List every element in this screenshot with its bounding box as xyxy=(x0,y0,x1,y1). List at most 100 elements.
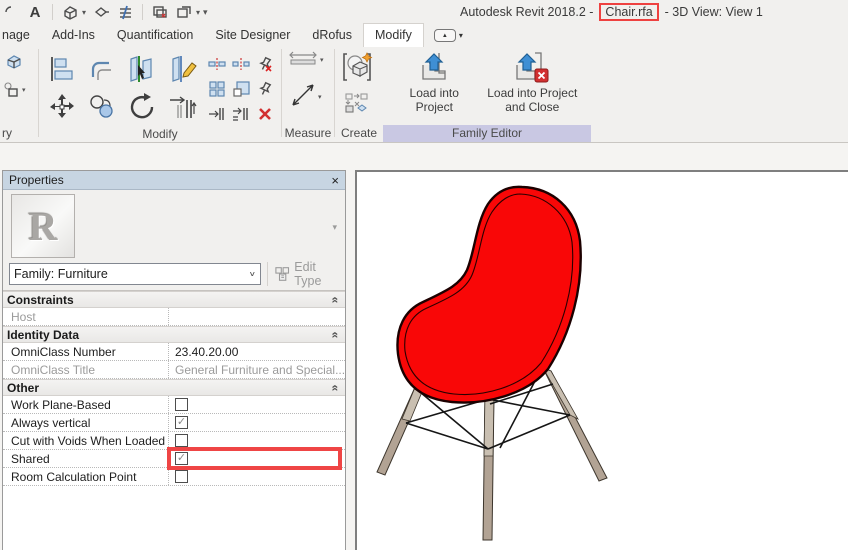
panel-measure-label[interactable]: Measure xyxy=(282,125,334,142)
title-prefix: Autodesk Revit 2018.2 - xyxy=(460,5,593,19)
workspace: Properties × R ▾ Family: Furniture ∨ Edi… xyxy=(0,144,848,550)
panel-geometry-label: ry xyxy=(0,125,38,142)
properties-title: Properties xyxy=(9,173,64,187)
work-plane-based-checkbox[interactable] xyxy=(175,398,188,411)
create-group-icon[interactable] xyxy=(341,51,373,86)
revit-logo: R xyxy=(29,203,58,250)
group-header-constraints[interactable]: Constraints « xyxy=(3,291,345,308)
edit-type-button[interactable]: Edit Type xyxy=(267,262,341,286)
group-identity-label: Identity Data xyxy=(7,328,79,342)
scale-icon[interactable] xyxy=(230,79,252,98)
offset-icon[interactable] xyxy=(83,50,121,88)
tab-drofus[interactable]: dRofus xyxy=(301,24,363,47)
group-header-identity-data[interactable]: Identity Data « xyxy=(3,326,345,343)
type-selector-dropdown-icon[interactable]: ▾ xyxy=(332,222,337,233)
property-row-room-calculation-point: Room Calculation Point xyxy=(3,468,345,486)
split-element-icon[interactable] xyxy=(206,54,228,73)
panel-create: Create xyxy=(335,47,383,142)
window-title: Autodesk Revit 2018.2 - Chair.rfa - 3D V… xyxy=(460,0,763,24)
delete-icon[interactable] xyxy=(254,104,276,123)
unpin-icon[interactable] xyxy=(254,54,276,73)
trim-corner-icon[interactable] xyxy=(123,50,161,88)
tab-site-designer[interactable]: Site Designer xyxy=(204,24,301,47)
ribbon-state-dropdown-icon[interactable]: ▾ xyxy=(459,31,463,40)
shared-checkbox[interactable]: ✓ xyxy=(175,452,188,465)
omniclass-number-label: OmniClass Number xyxy=(3,343,169,360)
tab-quantification[interactable]: Quantification xyxy=(106,24,204,47)
collapse-chevron-icon[interactable]: « xyxy=(329,296,343,303)
panel-modify-label[interactable]: Modify xyxy=(39,126,281,142)
cut-geometry-icon[interactable]: ▾ xyxy=(4,82,26,98)
create-similar-icon[interactable] xyxy=(344,92,370,117)
tab-add-ins[interactable]: Add-Ins xyxy=(41,24,106,47)
property-row-omniclass-number: OmniClass Number 23.40.20.00 xyxy=(3,343,345,361)
edit-type-icon xyxy=(275,266,290,282)
default-3d-view-icon[interactable] xyxy=(61,3,79,21)
tab-modify[interactable]: Modify xyxy=(363,23,424,47)
align-icon[interactable] xyxy=(43,50,81,88)
load-into-project-and-close-label[interactable]: Load into Project and Close xyxy=(484,86,582,114)
copy-icon[interactable] xyxy=(83,88,121,126)
default-3d-view-dropdown-icon[interactable]: ▾ xyxy=(82,8,86,17)
property-row-work-plane-based: Work Plane-Based xyxy=(3,396,345,414)
panel-family-editor-label[interactable]: Family Editor xyxy=(383,125,591,142)
close-icon[interactable]: × xyxy=(331,174,339,187)
panel-create-label[interactable]: Create xyxy=(335,125,383,142)
partial-sync-icon[interactable] xyxy=(2,3,20,21)
qat-customize-icon[interactable]: ▾ xyxy=(203,7,208,18)
chair-seat-shell xyxy=(397,187,580,403)
pin-icon[interactable] xyxy=(254,79,276,98)
always-vertical-checkbox[interactable]: ✓ xyxy=(175,416,188,429)
move-icon[interactable] xyxy=(43,88,81,126)
load-into-project-and-close-button[interactable]: Load into Project and Close xyxy=(484,51,582,114)
aligned-dimension-dropdown-icon[interactable]: ▾ xyxy=(318,93,322,101)
family-type-combobox[interactable]: Family: Furniture ∨ xyxy=(9,263,261,285)
properties-title-bar[interactable]: Properties × xyxy=(3,171,345,190)
rotate-icon[interactable] xyxy=(123,88,161,126)
collapse-chevron-icon[interactable]: « xyxy=(329,331,343,338)
load-into-project-label[interactable]: Load into Project xyxy=(393,86,476,114)
qat-separator xyxy=(52,4,53,20)
thin-lines-icon[interactable] xyxy=(116,3,134,21)
panel-modify: Modify xyxy=(39,47,281,142)
load-into-project-button[interactable]: Load into Project xyxy=(393,51,476,114)
property-row-always-vertical: Always vertical ✓ xyxy=(3,414,345,432)
group-constraints-label: Constraints xyxy=(7,293,74,307)
split-with-gap-icon[interactable] xyxy=(230,54,252,73)
section-icon[interactable] xyxy=(92,3,110,21)
trim-extend-edit-icon[interactable] xyxy=(163,50,201,88)
array-icon[interactable] xyxy=(206,79,228,98)
omniclass-number-value[interactable]: 23.40.20.00 xyxy=(169,343,345,360)
title-bar: A ▾ ▾ ▾ Autodesk Revit 2018.2 - Chair.rf… xyxy=(0,0,848,24)
aligned-dimension-icon[interactable] xyxy=(290,82,316,111)
quick-access-toolbar: A ▾ ▾ ▾ xyxy=(0,0,208,24)
combobox-chevron-icon[interactable]: ∨ xyxy=(249,270,256,278)
switch-windows-dropdown-icon[interactable]: ▾ xyxy=(196,8,200,17)
close-hidden-windows-icon[interactable] xyxy=(151,3,169,21)
omniclass-title-label: OmniClass Title xyxy=(3,361,169,378)
panel-measure: ▾ ▾ Measure xyxy=(282,47,334,142)
measure-dropdown-icon[interactable]: ▾ xyxy=(320,56,324,64)
paint-icon[interactable] xyxy=(4,53,24,74)
collapse-chevron-icon[interactable]: « xyxy=(329,384,343,391)
host-label: Host xyxy=(3,308,169,325)
text-icon[interactable]: A xyxy=(26,3,44,21)
trim-extend-single-icon[interactable] xyxy=(206,104,228,123)
room-calculation-point-checkbox[interactable] xyxy=(175,470,188,483)
ribbon-state-toggle[interactable]: ▲ ▾ xyxy=(434,29,463,42)
type-selector-row: Family: Furniture ∨ Edit Type xyxy=(3,262,345,290)
chair-3d-model xyxy=(357,172,848,550)
drawing-view[interactable] xyxy=(355,170,848,550)
file-name: Chair.rfa xyxy=(605,5,652,19)
ribbon-minimize-icon[interactable]: ▲ xyxy=(434,29,456,42)
switch-windows-icon[interactable] xyxy=(175,3,193,21)
trim-extend-corner-icon[interactable] xyxy=(163,88,201,126)
title-suffix: - 3D View: View 1 xyxy=(665,5,763,19)
measure-icon[interactable] xyxy=(288,51,318,68)
group-header-other[interactable]: Other « xyxy=(3,379,345,396)
tab-manage-partial[interactable]: nage xyxy=(0,24,41,47)
cut-with-voids-checkbox[interactable] xyxy=(175,434,188,447)
trim-extend-multiple-icon[interactable] xyxy=(230,104,252,123)
host-value xyxy=(169,308,345,325)
group-other-label: Other xyxy=(7,381,39,395)
